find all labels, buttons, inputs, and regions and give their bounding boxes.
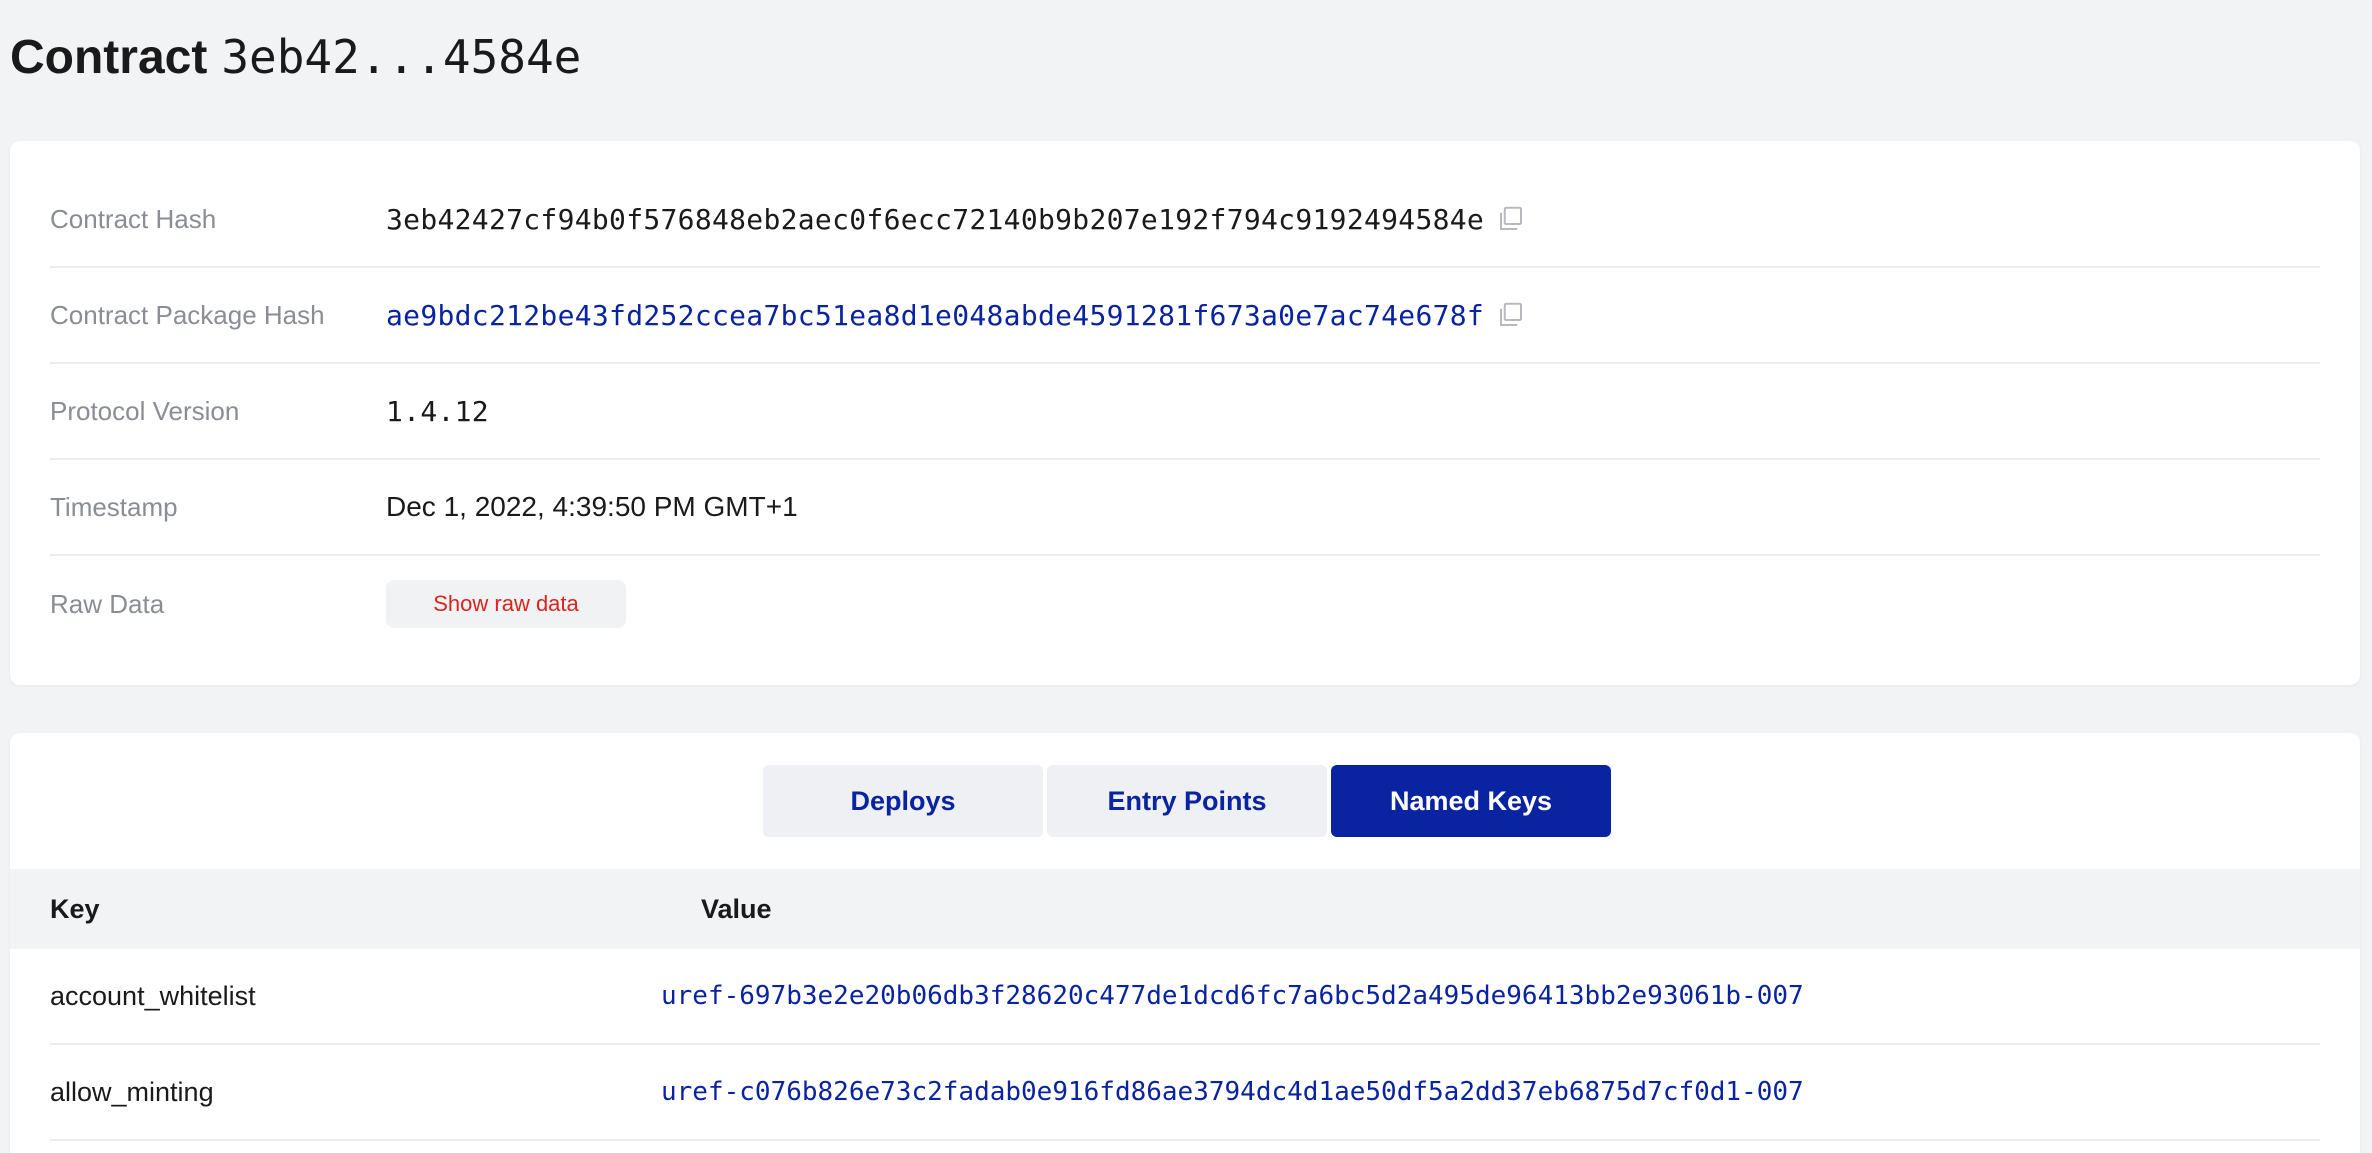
- tab-deploys[interactable]: Deploys: [763, 765, 1043, 837]
- timestamp-label: Timestamp: [50, 491, 178, 522]
- copy-icon[interactable]: [1496, 204, 1526, 234]
- package-hash-row: Contract Package Hash ae9bdc212be43fd252…: [50, 268, 2320, 364]
- named-key-name: account_whitelist: [50, 980, 256, 1011]
- column-header-value: Value: [701, 893, 772, 924]
- named-key-uref-link[interactable]: uref-697b3e2e20b06db3f28620c477de1dcd6fc…: [661, 981, 1804, 1011]
- table-row: allow_minting uref-c076b826e73c2fadab0e9…: [50, 1045, 2320, 1141]
- timestamp-row: Timestamp Dec 1, 2022, 4:39:50 PM GMT+1: [50, 460, 2320, 556]
- protocol-version-value: 1.4.12: [386, 394, 489, 428]
- named-keys-table: Key Value account_whitelist uref-697b3e2…: [10, 869, 2360, 1141]
- tab-named-keys[interactable]: Named Keys: [1331, 765, 1611, 837]
- protocol-version-label: Protocol Version: [50, 395, 240, 426]
- raw-data-label: Raw Data: [50, 588, 165, 619]
- timestamp-value: Dec 1, 2022, 4:39:50 PM GMT+1: [386, 491, 798, 522]
- page-title: Contract 3eb42...4584e: [10, 30, 581, 85]
- contract-hash-row: Contract Hash 3eb42427cf94b0f576848eb2ae…: [50, 141, 2320, 268]
- named-keys-card: Deploys Entry Points Named Keys Key Valu…: [10, 733, 2360, 1153]
- copy-icon[interactable]: [1496, 300, 1526, 330]
- table-row: account_whitelist uref-697b3e2e20b06db3f…: [50, 949, 2320, 1045]
- package-hash-link[interactable]: ae9bdc212be43fd252ccea7bc51ea8d1e048abde…: [386, 299, 1484, 332]
- contract-details-card: Contract Hash 3eb42427cf94b0f576848eb2ae…: [10, 141, 2360, 685]
- page-title-hash: 3eb42...4584e: [221, 30, 582, 84]
- column-header-key: Key: [50, 893, 100, 924]
- named-key-name: allow_minting: [50, 1076, 214, 1107]
- contract-hash-value: 3eb42427cf94b0f576848eb2aec0f6ecc72140b9…: [386, 202, 1485, 236]
- tab-bar: Deploys Entry Points Named Keys: [763, 765, 1611, 837]
- raw-data-row: Raw Data Show raw data: [50, 556, 2320, 652]
- show-raw-data-button[interactable]: Show raw data: [386, 580, 626, 628]
- contract-hash-label: Contract Hash: [50, 203, 217, 234]
- package-hash-label: Contract Package Hash: [50, 299, 325, 330]
- named-key-uref-link[interactable]: uref-c076b826e73c2fadab0e916fd86ae3794dc…: [661, 1077, 1804, 1107]
- tab-entry-points[interactable]: Entry Points: [1047, 765, 1327, 837]
- table-header: Key Value: [10, 869, 2360, 949]
- page-title-word: Contract: [10, 31, 208, 84]
- protocol-version-row: Protocol Version 1.4.12: [50, 364, 2320, 460]
